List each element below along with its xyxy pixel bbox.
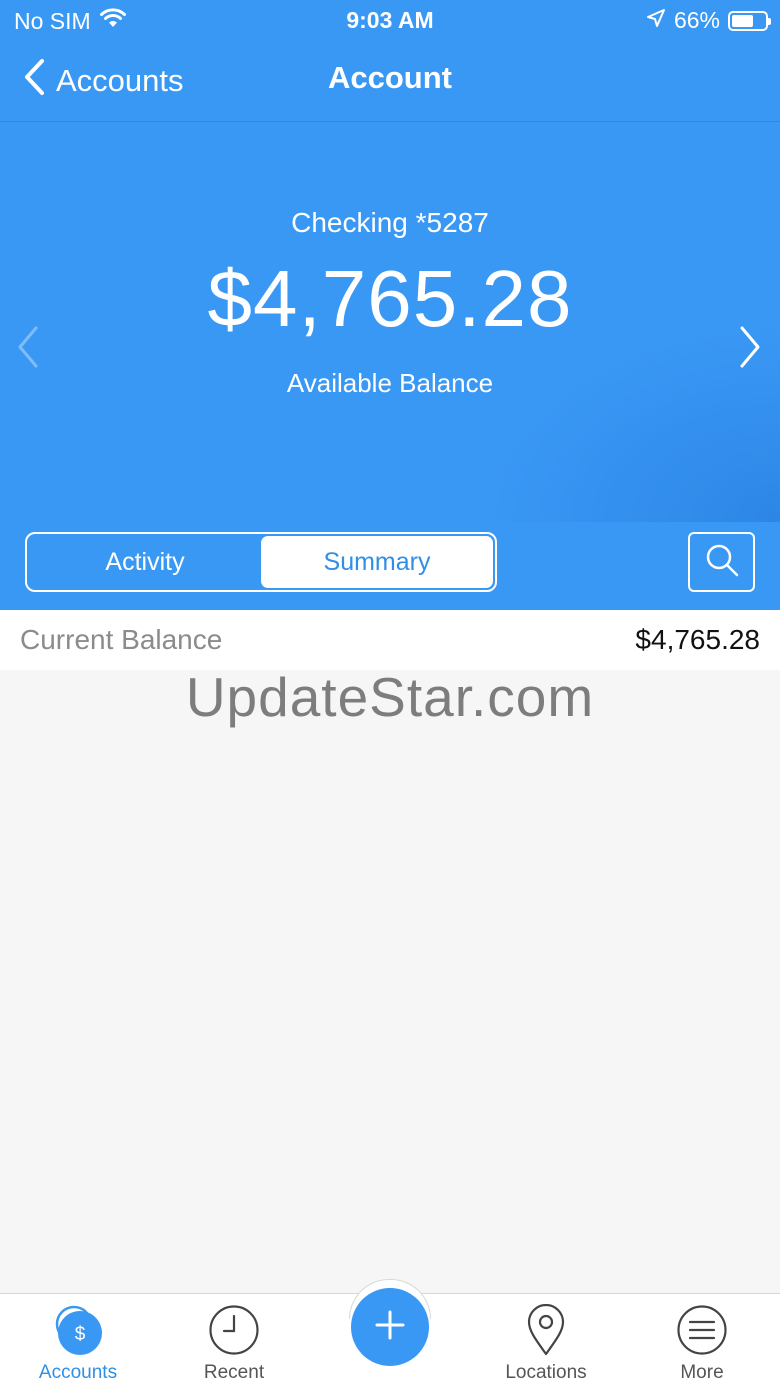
watermark: UpdateStar.com [185, 666, 595, 728]
navigation-bar: Accounts Account [0, 40, 780, 122]
current-balance-label: Current Balance [20, 624, 223, 655]
next-account-button[interactable] [738, 324, 762, 375]
current-balance-row: Current Balance $4,765.28 [0, 610, 780, 670]
tab-more-label: More [680, 1362, 724, 1383]
chevron-right-icon [740, 326, 760, 368]
svg-text:$: $ [75, 1324, 86, 1345]
dollar-coin-icon: $ [0, 1304, 156, 1356]
tab-recent-label: Recent [203, 1362, 265, 1383]
tab-activity[interactable]: Activity [29, 536, 261, 588]
tab-summary[interactable]: Summary [261, 536, 493, 588]
battery-icon [728, 10, 771, 31]
tab-more[interactable]: More [624, 1294, 780, 1387]
search-icon [704, 542, 740, 583]
tab-accounts-label: Accounts [38, 1362, 118, 1383]
tab-accounts[interactable]: $ Accounts [0, 1294, 156, 1387]
available-balance-label: Available Balance [286, 368, 494, 398]
available-balance-amount: $4,765.28 [207, 254, 573, 343]
plus-icon [374, 1309, 406, 1346]
location-arrow-icon [646, 7, 666, 34]
battery-level [732, 14, 754, 27]
account-hero: Checking *5287 $4,765.28 Available Balan… [0, 122, 780, 522]
add-button[interactable] [351, 1288, 429, 1366]
account-name: Checking *5287 [291, 207, 489, 238]
tab-locations-label: Locations [505, 1362, 587, 1383]
page-title: Account [328, 60, 452, 95]
status-bar: No SIM 9:03 AM 66% [0, 0, 780, 40]
tab-recent[interactable]: Recent [156, 1294, 312, 1387]
current-balance-value: $4,765.28 [635, 624, 760, 655]
search-button[interactable] [688, 532, 755, 592]
tab-locations[interactable]: Locations [468, 1294, 624, 1387]
map-pin-icon [468, 1304, 624, 1356]
activity-summary-segmented-control: Activity Summary [25, 532, 497, 592]
status-right: 66% [646, 7, 771, 34]
hamburger-menu-icon [624, 1304, 780, 1356]
battery-percent: 66% [673, 7, 720, 33]
clock-icon [156, 1304, 312, 1356]
hero-gradient [480, 322, 780, 522]
